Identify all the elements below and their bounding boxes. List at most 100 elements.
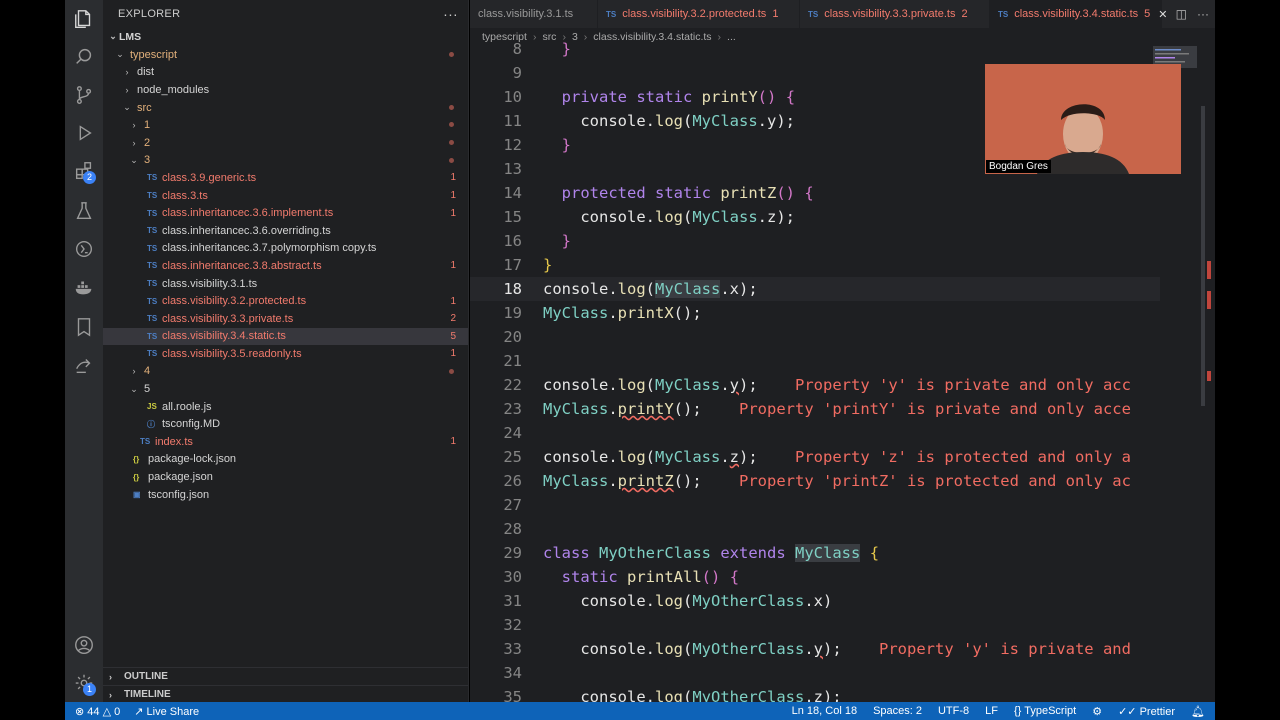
extensions-icon[interactable]: 2 xyxy=(65,152,103,190)
line-number: 19 xyxy=(503,304,522,322)
code-line[interactable]: 32 xyxy=(470,613,1160,637)
tree-item-label: class.inheritancec.3.6.overriding.ts xyxy=(162,224,331,237)
more-actions-icon[interactable]: ··· xyxy=(443,6,458,22)
line-ending[interactable]: LF xyxy=(985,705,998,717)
workspace-root[interactable]: ⌄ LMS xyxy=(103,28,468,46)
tree-file[interactable]: TS index.ts 1 xyxy=(103,433,468,451)
tree-file[interactable]: TS class.visibility.3.2.protected.ts 1 xyxy=(103,292,468,310)
docker-icon[interactable] xyxy=(65,268,103,306)
code-text: console.log(MyClass.x); xyxy=(543,280,758,298)
prettier-button[interactable]: ✓✓ Prettier xyxy=(1118,705,1175,718)
live-share-icon[interactable] xyxy=(65,346,103,384)
tree-file[interactable]: ⓘ tsconfig.MD xyxy=(103,415,468,433)
outline-section[interactable]: › OUTLINE xyxy=(103,667,468,685)
tree-file[interactable]: TS class.inheritancec.3.6.overriding.ts xyxy=(103,222,468,240)
code-line[interactable]: 23 MyClass.printY(); Property 'printY' is… xyxy=(470,397,1160,421)
editor-tab[interactable]: TS class.visibility.3.2.protected.ts 1 xyxy=(598,0,800,28)
tree-folder[interactable]: › node_modules xyxy=(103,81,468,99)
tree-file[interactable]: JS all.roole.js xyxy=(103,398,468,416)
code-text: console.log(MyOtherClass.y); Property 'y… xyxy=(543,640,1131,658)
tree-folder[interactable]: › 2 xyxy=(103,134,468,152)
tree-folder[interactable]: › 1 xyxy=(103,116,468,134)
split-editor-icon[interactable]: ◫ xyxy=(1176,7,1187,21)
remote-explorer-icon[interactable] xyxy=(65,230,103,268)
close-icon[interactable]: ✕ xyxy=(1158,8,1167,21)
code-line[interactable]: 17} xyxy=(470,253,1160,277)
tree-file[interactable]: ▣ tsconfig.json xyxy=(103,486,468,504)
accounts-icon[interactable] xyxy=(65,626,103,664)
code-line[interactable]: 16 } xyxy=(470,229,1160,253)
tree-item-label: 2 xyxy=(144,136,151,149)
code-line[interactable]: 31 console.log(MyOtherClass.x) xyxy=(470,589,1160,613)
tree-file[interactable]: TS class.visibility.3.1.ts xyxy=(103,275,468,293)
code-line[interactable]: 33 console.log(MyOtherClass.y); Property… xyxy=(470,637,1160,661)
error-count: 44 xyxy=(87,705,100,718)
code-line[interactable]: 20 xyxy=(470,325,1160,349)
cursor-position[interactable]: Ln 18, Col 18 xyxy=(792,705,857,717)
explorer-sidebar: EXPLORER ··· ⌄ LMS ⌄ typescript › dist › node… xyxy=(103,0,469,702)
code-line[interactable]: 34 xyxy=(470,661,1160,685)
code-line[interactable]: 18 console.log(MyClass.x); xyxy=(470,277,1160,301)
search-icon[interactable] xyxy=(65,38,103,76)
tree-folder[interactable]: › 4 xyxy=(103,363,468,381)
problems-indicator[interactable]: ⊗ 44 △ 0 xyxy=(75,705,120,718)
code-line[interactable]: 8 } xyxy=(470,38,1160,61)
editor-tab[interactable]: TS class.visibility.3.3.private.ts 2 xyxy=(800,0,990,28)
code-line[interactable]: 19 MyClass.printX(); xyxy=(470,301,1160,325)
editor-tab[interactable]: TS class.visibility.3.4.static.ts 5 ✕ xyxy=(990,0,1167,28)
testing-icon[interactable] xyxy=(65,192,103,230)
bookmark-icon[interactable] xyxy=(65,308,103,346)
explorer-icon[interactable] xyxy=(65,0,103,38)
code-line[interactable]: 27 xyxy=(470,493,1160,517)
feedback-icon[interactable]: ⚙ xyxy=(1092,705,1102,718)
tree-file[interactable]: TS class.inheritancec.3.6.implement.ts 1 xyxy=(103,204,468,222)
editor-tab[interactable]: TSclass.visibility.3.1.ts xyxy=(470,0,598,28)
tree-file[interactable]: {} package-lock.json xyxy=(103,451,468,469)
tree-folder[interactable]: › dist xyxy=(103,64,468,82)
code-line[interactable]: 22 console.log(MyClass.y); Property 'y' i… xyxy=(470,373,1160,397)
code-line[interactable]: 24 xyxy=(470,421,1160,445)
code-line[interactable]: 28 xyxy=(470,517,1160,541)
tree-item-label: class.3.9.generic.ts xyxy=(162,171,257,184)
code-line[interactable]: 26 MyClass.printZ(); Property 'printZ' is… xyxy=(470,469,1160,493)
tree-file[interactable]: TS class.inheritancec.3.8.abstract.ts 1 xyxy=(103,257,468,275)
tree-folder[interactable]: ⌄ src xyxy=(103,99,468,117)
tree-file[interactable]: TS class.visibility.3.3.private.ts 2 xyxy=(103,310,468,328)
code-line[interactable]: 30 static printAll() { xyxy=(470,565,1160,589)
code-text: private static printY() { xyxy=(561,88,796,106)
typescript-file-icon: TS xyxy=(147,279,158,289)
tree-file[interactable]: TS class.3.ts 1 xyxy=(103,187,468,205)
settings-gear-icon[interactable]: 1 xyxy=(65,664,103,702)
line-number: 15 xyxy=(503,208,522,226)
run-debug-icon[interactable] xyxy=(65,114,103,152)
tree-file[interactable]: TS class.inheritancec.3.7.polymorphism co… xyxy=(103,240,468,258)
tree-file[interactable]: {} package.json xyxy=(103,468,468,486)
tree-folder[interactable]: ⌄ 3 xyxy=(103,152,468,170)
tree-file[interactable]: TS class.visibility.3.5.readonly.ts 1 xyxy=(103,345,468,363)
line-number: 27 xyxy=(503,496,522,514)
typescript-file-icon: TS xyxy=(147,349,158,359)
vertical-scrollbar[interactable] xyxy=(1201,46,1211,702)
language-mode[interactable]: {} TypeScript xyxy=(1014,705,1076,717)
code-line[interactable]: 15 console.log(MyClass.z); xyxy=(470,205,1160,229)
code-line[interactable]: 25 console.log(MyClass.z); Property 'z' i… xyxy=(470,445,1160,469)
tree-file[interactable]: TS class.3.9.generic.ts 1 xyxy=(103,169,468,187)
outline-label: OUTLINE xyxy=(124,671,168,682)
warning-count: 0 xyxy=(114,705,121,718)
tree-file[interactable]: TS class.visibility.3.4.static.ts 5 xyxy=(103,327,468,346)
code-line[interactable]: 14 protected static printZ() { xyxy=(470,181,1160,205)
more-actions-icon[interactable]: ··· xyxy=(1197,7,1209,21)
typescript-file-icon: TS xyxy=(808,9,819,19)
code-line[interactable]: 29 class MyOtherClass extends MyClass { xyxy=(470,541,1160,565)
tree-folder[interactable]: ⌄ 5 xyxy=(103,380,468,398)
tree-folder[interactable]: ⌄ typescript xyxy=(103,46,468,64)
live-share-button[interactable]: ↗ Live Share xyxy=(134,705,199,718)
code-line[interactable]: 35 console.log(MyOtherClass.z); xyxy=(470,685,1160,702)
timeline-section[interactable]: › TIMELINE xyxy=(103,685,468,703)
indentation[interactable]: Spaces: 2 xyxy=(873,705,922,717)
code-line[interactable]: 21 xyxy=(470,349,1160,373)
notifications-icon[interactable]: 🔔︎ xyxy=(1191,705,1205,718)
source-control-icon[interactable] xyxy=(65,76,103,114)
tab-label: class.visibility.3.4.static.ts xyxy=(1014,8,1139,20)
encoding[interactable]: UTF-8 xyxy=(938,705,969,717)
